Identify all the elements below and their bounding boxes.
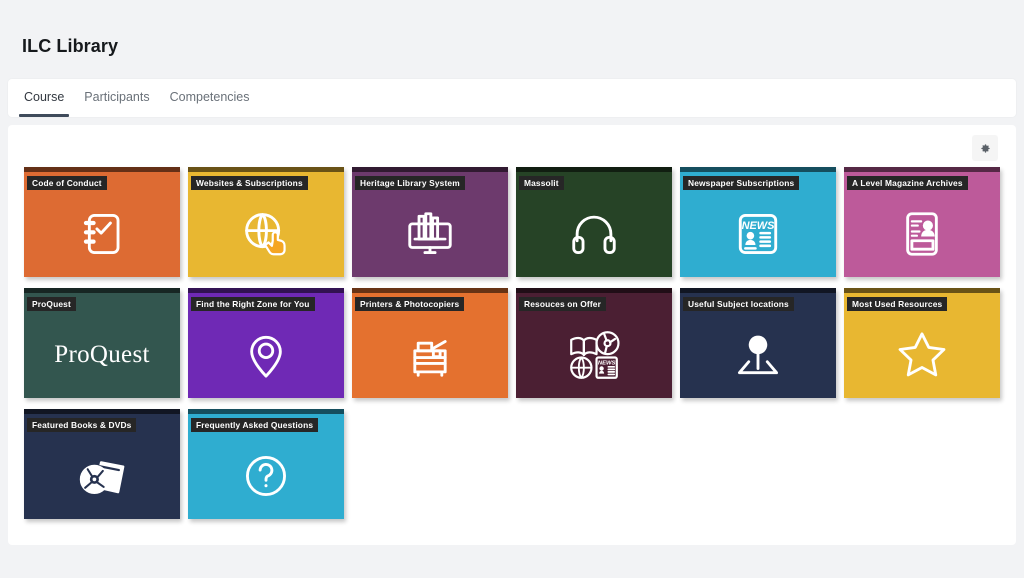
tab-competencies[interactable]: Competencies [160,79,260,116]
tile-label: Featured Books & DVDs [27,418,136,432]
page-title: ILC Library [22,36,1024,57]
checklist-notebook-icon [24,194,180,273]
tile-label: Websites & Subscriptions [191,176,308,190]
tile-grid: Code of Conduct Websites & Subscriptions H… [24,167,1000,519]
tile-label: Newspaper Subscriptions [683,176,799,190]
tab-course[interactable]: Course [14,79,74,116]
tile-a-level-magazine-archives[interactable]: A Level Magazine Archives [844,167,1000,277]
tile-label: Resouces on Offer [519,297,606,311]
star-icon [844,315,1000,394]
proquest-wordmark: ProQuest [24,315,180,394]
tile-label: Useful Subject locations [683,297,794,311]
tile-resouces-on-offer[interactable]: Resouces on Offer NEWS [516,288,672,398]
tile-proquest[interactable]: ProQuest ProQuest [24,288,180,398]
tile-most-used-resources[interactable]: Most Used Resources [844,288,1000,398]
news-paper-icon: NEWS [680,194,836,273]
tile-frequently-asked-questions[interactable]: Frequently Asked Questions [188,409,344,519]
tab-bar: CourseParticipantsCompetencies [8,79,1016,117]
tile-label: Heritage Library System [355,176,465,190]
map-pin-icon [188,315,344,394]
tile-newspaper-subscriptions[interactable]: Newspaper Subscriptions NEWS [680,167,836,277]
tile-heritage-library-system[interactable]: Heritage Library System [352,167,508,277]
tile-code-of-conduct[interactable]: Code of Conduct [24,167,180,277]
tabs-card: CourseParticipantsCompetencies [8,79,1016,117]
disc-books-icon [24,436,180,515]
settings-button[interactable] [972,135,998,161]
content-card: Code of Conduct Websites & Subscriptions H… [8,125,1016,545]
headphones-icon [516,194,672,273]
gear-icon [980,143,991,154]
tile-printers-photocopiers[interactable]: Printers & Photocopiers [352,288,508,398]
tile-label: Frequently Asked Questions [191,418,318,432]
tab-participants[interactable]: Participants [74,79,159,116]
svg-text:NEWS: NEWS [598,360,616,366]
magazine-profile-icon [844,194,1000,273]
tile-label: ProQuest [27,297,76,311]
photocopier-icon [352,315,508,394]
tile-useful-subject-locations[interactable]: Useful Subject locations [680,288,836,398]
page-header: ILC Library [0,0,1024,57]
resources-cluster-icon: NEWS [516,315,672,394]
tile-massolit[interactable]: Massolit [516,167,672,277]
tile-featured-books-dvds[interactable]: Featured Books & DVDs [24,409,180,519]
svg-text:NEWS: NEWS [742,219,776,231]
tile-label: Massolit [519,176,564,190]
tile-label: Find the Right Zone for You [191,297,315,311]
tile-find-the-right-zone-for-you[interactable]: Find the Right Zone for You [188,288,344,398]
page-root: ILC Library CourseParticipantsCompetenci… [0,0,1024,578]
tile-label: A Level Magazine Archives [847,176,968,190]
location-marker-icon [680,315,836,394]
tile-label: Most Used Resources [847,297,947,311]
question-circle-icon [188,436,344,515]
tile-label: Code of Conduct [27,176,107,190]
card-toolbar [24,135,1000,161]
tile-label: Printers & Photocopiers [355,297,464,311]
tile-wordmark: ProQuest [54,342,149,367]
tile-websites-subscriptions[interactable]: Websites & Subscriptions [188,167,344,277]
globe-click-icon [188,194,344,273]
monitor-books-icon [352,194,508,273]
